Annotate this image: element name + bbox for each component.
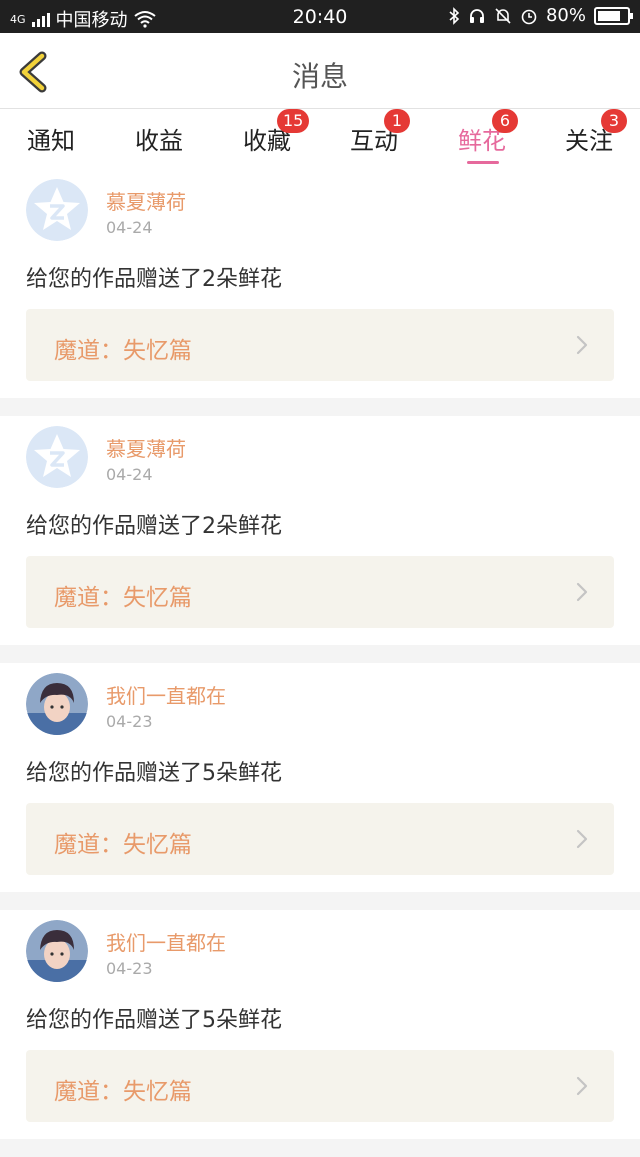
tab-3[interactable]: 互动 1 xyxy=(334,109,414,156)
mute-bell-icon xyxy=(495,7,511,24)
tab-2[interactable]: 收藏 15 xyxy=(227,109,310,156)
work-title: 魔道：失忆篇 xyxy=(54,338,192,364)
message-date: 04-24 xyxy=(106,465,153,484)
battery-icon xyxy=(594,6,633,25)
page-title: 消息 xyxy=(291,60,348,93)
message-text: 给您的作品赠送了5朵鲜花 xyxy=(26,761,282,786)
nav-bar: 消息 xyxy=(0,33,640,109)
message-card: 我们一直都在 04-23 给您的作品赠送了5朵鲜花魔道：失忆篇 xyxy=(0,663,640,892)
headset-icon xyxy=(469,8,484,23)
message-card: 慕夏薄荷 04-24 给您的作品赠送了2朵鲜花魔道：失忆篇 xyxy=(0,416,640,645)
message-date: 04-23 xyxy=(106,712,153,731)
work-title: 魔道：失忆篇 xyxy=(54,832,192,858)
status-bar: 4G 中国移动 20:40 80% xyxy=(0,0,640,33)
unread-badge: 3 xyxy=(601,109,627,133)
message-card: 慕夏薄荷 04-24 给您的作品赠送了2朵鲜花魔道：失忆篇 xyxy=(0,169,640,398)
work-link[interactable]: 魔道：失忆篇 xyxy=(26,803,614,875)
work-title: 魔道：失忆篇 xyxy=(54,585,192,611)
avatar[interactable] xyxy=(26,426,88,488)
tab-bar: 通知 收益 收藏 15 互动 1 鲜花 6 关注 3 xyxy=(0,109,640,169)
tab-label: 收益 xyxy=(135,127,183,155)
tab-label: 通知 xyxy=(27,127,75,155)
tab-0[interactable]: 通知 xyxy=(11,121,91,156)
battery-percent: 80% xyxy=(545,5,586,26)
chevron-right-icon xyxy=(576,829,588,849)
chevron-right-icon xyxy=(576,1076,588,1096)
tab-4[interactable]: 鲜花 6 xyxy=(442,109,522,164)
unread-badge: 6 xyxy=(492,109,518,133)
chevron-right-icon xyxy=(576,582,588,602)
work-title: 魔道：失忆篇 xyxy=(54,1079,192,1105)
sender-name[interactable]: 慕夏薄荷 xyxy=(106,186,186,215)
alarm-icon xyxy=(521,9,537,24)
sender-name[interactable]: 我们一直都在 xyxy=(106,927,226,956)
message-text: 给您的作品赠送了5朵鲜花 xyxy=(26,1008,282,1033)
work-link[interactable]: 魔道：失忆篇 xyxy=(26,309,614,381)
avatar[interactable] xyxy=(26,179,88,241)
bluetooth-icon xyxy=(449,6,460,25)
sender-name[interactable]: 慕夏薄荷 xyxy=(106,433,186,462)
message-text: 给您的作品赠送了2朵鲜花 xyxy=(26,267,282,292)
tab-1[interactable]: 收益 xyxy=(119,121,199,156)
tab-5[interactable]: 关注 3 xyxy=(549,109,629,156)
chevron-right-icon xyxy=(576,335,588,355)
unread-badge: 15 xyxy=(277,109,310,133)
sender-name[interactable]: 我们一直都在 xyxy=(106,680,226,709)
work-link[interactable]: 魔道：失忆篇 xyxy=(26,556,614,628)
avatar[interactable] xyxy=(26,920,88,982)
unread-badge: 1 xyxy=(384,109,410,133)
message-text: 给您的作品赠送了2朵鲜花 xyxy=(26,514,282,539)
avatar[interactable] xyxy=(26,673,88,735)
message-date: 04-23 xyxy=(106,959,153,978)
message-date: 04-24 xyxy=(106,218,153,237)
work-link[interactable]: 魔道：失忆篇 xyxy=(26,1050,614,1122)
message-list: 慕夏薄荷 04-24 给您的作品赠送了2朵鲜花 魔道：失忆篇 慕夏薄荷 04-24 给您的作… xyxy=(0,169,640,1157)
active-tab-indicator xyxy=(467,161,499,164)
message-card: 我们一直都在 04-23 给您的作品赠送了5朵鲜花魔道：失忆篇 xyxy=(0,910,640,1139)
